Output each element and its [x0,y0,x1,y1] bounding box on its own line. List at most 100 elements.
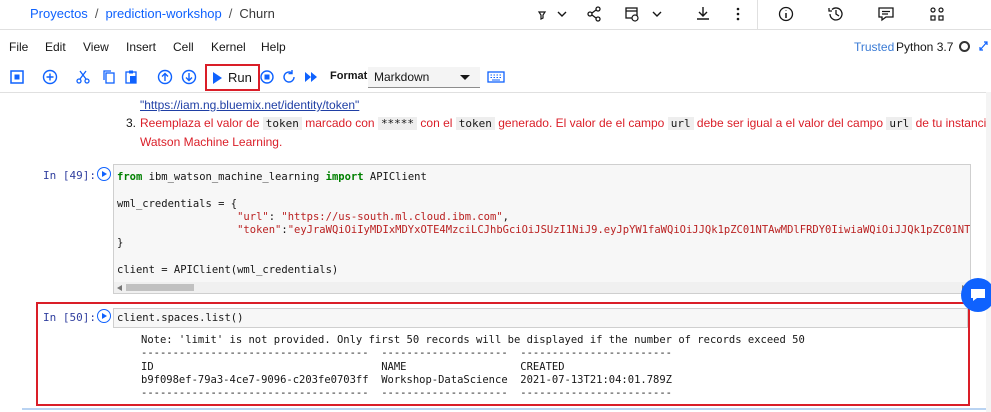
run-button[interactable]: Run [205,64,260,91]
move-down-icon[interactable] [180,68,198,86]
code-token: "url" [237,210,269,223]
notebook-toolbar: Run Format Markdown [0,62,991,92]
token-url-link[interactable]: "https://iam.ng.bluemix.net/identity/tok… [140,98,359,112]
menu-cell[interactable]: Cell [173,40,194,54]
paste-icon[interactable] [122,68,140,86]
code-token: from [117,171,143,183]
cell-format-select[interactable]: Markdown [368,67,480,88]
menu-file[interactable]: File [9,40,28,54]
vertical-scrollbar[interactable] [986,92,991,412]
markdown-link: "https://iam.ng.bluemix.net/identity/tok… [120,96,970,114]
inline-code: url [886,117,913,130]
copy-icon[interactable] [100,68,118,86]
cell-output: Note: 'limit' is not provided. Only firs… [141,334,805,400]
inline-code: token [455,117,495,130]
run-cell-icon[interactable] [97,167,111,181]
run-cell-icon[interactable] [97,309,111,323]
code-token: import [325,171,364,183]
add-cell-icon[interactable] [41,68,59,86]
selected-code-cell[interactable]: In [50]: client.spaces.list() Note: 'lim… [36,302,970,406]
stop-icon[interactable] [258,68,276,86]
code-line: wml_credentials = { [117,197,238,210]
step-text: marcado con [305,116,375,130]
toolbar-divider [757,0,758,30]
output-line: ID NAME CREATED [141,360,565,373]
cut-icon[interactable] [74,68,92,86]
step-text: de tu instancia de [915,116,991,130]
inline-code: ***** [377,117,418,130]
breadcrumb: Proyectos / prediction-workshop / Churn [30,6,275,21]
breadcrumb-project[interactable]: prediction-workshop [105,6,221,21]
download-icon[interactable] [693,4,713,24]
chevron-down-icon[interactable] [552,4,572,24]
menu-bar: File Edit View Insert Cell Kernel Help T… [0,36,991,58]
breadcrumb-projects[interactable]: Proyectos [30,6,88,21]
code-token: , [502,210,509,223]
filter-icon[interactable] [532,4,552,24]
step-number: 3. [126,116,137,130]
menu-kernel[interactable]: Kernel [211,40,246,54]
step-text: generado. El valor de el campo [498,116,665,130]
comment-icon[interactable] [876,4,896,24]
chevron-down-icon[interactable] [647,4,667,24]
output-line: ------------------------------------ ---… [141,347,673,360]
code-line: } [117,237,124,250]
code-line: client.spaces.list() [117,312,244,324]
caret-down-icon [460,75,470,80]
markdown-cell[interactable]: "https://iam.ng.bluemix.net/identity/tok… [120,96,991,151]
code-token: ibm_watson_machine_learning [142,171,326,183]
breadcrumb-separator: / [94,6,99,21]
keyboard-icon[interactable] [486,68,506,86]
cell-format-value: Markdown [374,70,430,84]
format-label: Format [330,70,368,82]
output-line: b9f098ef-79a3-4ce7-9096-c203fe0703ff Wor… [141,373,673,386]
step-text: con el [420,116,453,130]
code-token: "https://us-south.ml.cloud.ibm.com" [281,210,503,223]
top-bar: Proyectos / prediction-workshop / Churn [0,0,991,30]
kernel-name: Python 3.7 [896,40,954,54]
scroll-left-icon[interactable] [117,285,122,291]
horizontal-scrollbar[interactable] [114,282,970,293]
menu-insert[interactable]: Insert [126,40,156,54]
menu-view[interactable]: View [83,40,109,54]
menu-help[interactable]: Help [261,40,286,54]
inline-code: url [667,117,694,130]
menu-edit[interactable]: Edit [45,40,66,54]
output-line: ------------------------------------ ---… [141,387,673,400]
trusted-indicator[interactable]: Trusted [854,40,894,54]
overflow-menu-icon[interactable] [728,4,748,24]
step-text: debe ser igual a el valor del campo [696,116,884,130]
code-token: "eyJraWQiOiIyMDIxMDYxOTE4MzciLCJhbGciOiJ… [287,224,971,237]
code-editor[interactable]: from ibm_watson_machine_learning import … [114,165,970,283]
breadcrumb-separator: / [228,6,233,21]
schedule-icon[interactable] [622,4,642,24]
chat-button[interactable] [961,278,991,312]
run-label: Run [228,70,252,85]
move-up-icon[interactable] [156,68,174,86]
output-line: Note: 'limit' is not provided. Only firs… [141,334,805,346]
next-cell-edge [22,408,991,410]
code-cell[interactable]: from ibm_watson_machine_learning import … [113,164,971,294]
step-text: Reemplaza el valor de [140,116,260,130]
apps-icon[interactable] [927,4,947,24]
scrollbar-thumb[interactable] [126,284,194,291]
code-token: APIClient [363,171,427,183]
code-line: client = APIClient(wml_credentials) [117,264,339,277]
cell-prompt: In [49]: [43,169,96,182]
restart-icon[interactable] [280,68,298,86]
save-icon[interactable] [8,68,26,86]
code-token: "token" [237,224,282,237]
expand-icon[interactable] [978,40,989,52]
code-editor[interactable]: client.spaces.list() [113,308,968,328]
history-icon[interactable] [826,4,846,24]
inline-code: token [262,117,302,130]
share-icon[interactable] [584,4,604,24]
fast-forward-icon[interactable] [302,68,320,86]
step-text: Watson Machine Learning. [140,135,283,149]
notebook-area: "https://iam.ng.bluemix.net/identity/tok… [0,92,991,412]
kernel-status-icon [959,41,970,52]
info-icon[interactable] [776,4,796,24]
play-icon [213,71,222,84]
